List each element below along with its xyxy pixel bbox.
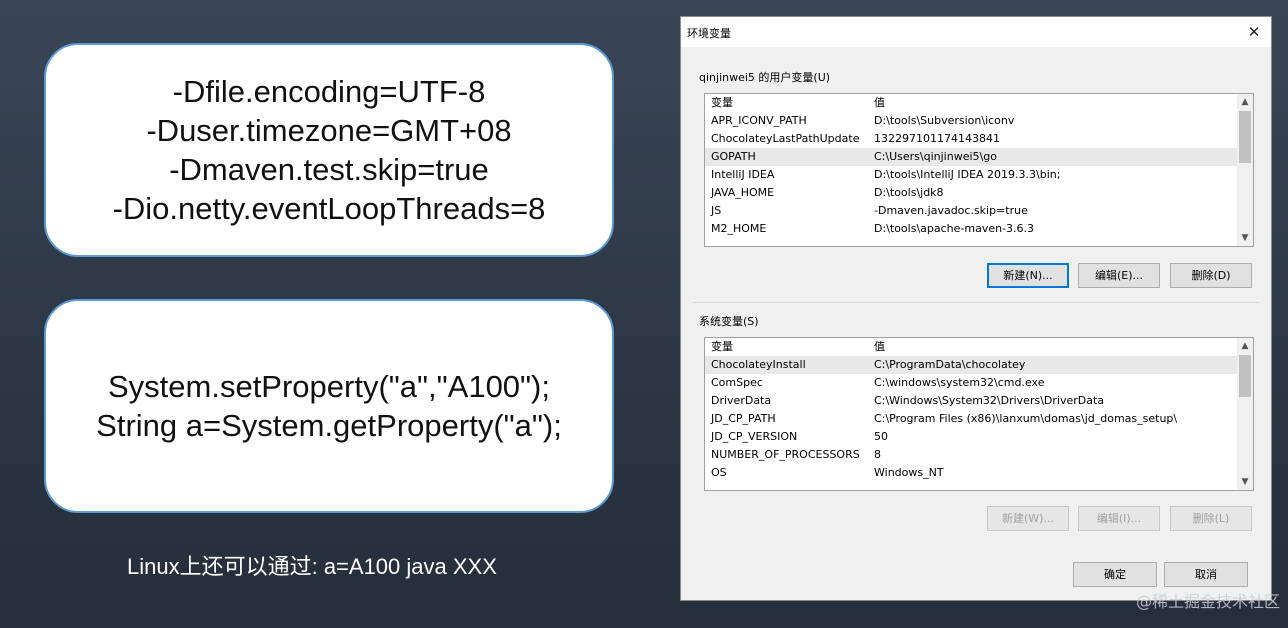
dialog-titlebar: 环境变量 ✕ [681,17,1271,47]
var-name: ChocolateyInstall [711,358,806,371]
var-name: NUMBER_OF_PROCESSORS [711,448,860,461]
watermark: @稀土掘金技术社区 [1135,592,1280,611]
table-row-selected[interactable]: GOPATH C:\Users\qinjinwei5\go [705,148,1253,166]
scrollbar[interactable]: ▲ ▼ [1237,94,1253,246]
var-name: JD_CP_PATH [711,412,776,425]
table-row[interactable]: NUMBER_OF_PROCESSORS 8 [705,446,1253,464]
user-vars-list[interactable]: 变量 值 APR_ICONV_PATH D:\tools\Subversion\i… [704,93,1254,247]
jvm-arg-line: -Dio.netty.eventLoopThreads=8 [112,191,546,226]
var-value: D:\tools\jdk8 [874,186,944,199]
user-new-button[interactable]: 新建(N)... [987,263,1069,288]
var-value: 50 [874,430,888,443]
var-value: C:\windows\system32\cmd.exe [874,376,1045,389]
var-name: GOPATH [711,150,756,163]
col-name-header[interactable]: 变量 [711,94,733,112]
var-name: IntelliJ IDEA [711,168,775,181]
var-name: DriverData [711,394,772,407]
var-value: C:\Users\qinjinwei5\go [874,150,997,163]
slide-caption: Linux上还可以通过: a=A100 java XXX [127,554,497,579]
var-name: OS [711,466,727,479]
system-vars-list[interactable]: 变量 值 ChocolateyInstall C:\ProgramData\cho… [704,337,1254,491]
jvm-arg-line: -Dmaven.test.skip=true [169,152,489,187]
system-vars-label: 系统变量(S) [699,315,759,328]
table-row[interactable]: DriverData C:\Windows\System32\Drivers\Dr… [705,392,1253,410]
var-value: -Dmaven.javadoc.skip=true [874,204,1028,217]
var-value: D:\tools\apache-maven-3.6.3 [874,222,1035,235]
var-name: ComSpec [711,376,763,389]
system-delete-button[interactable]: 删除(L) [1170,506,1252,531]
user-delete-button[interactable]: 删除(D) [1170,263,1252,288]
cancel-button[interactable]: 取消 [1164,562,1248,587]
col-value-header[interactable]: 值 [874,338,885,356]
scroll-down-icon[interactable]: ▼ [1237,230,1253,246]
code-card: System.setProperty("a","A100"); String a… [44,299,614,513]
var-name: JS [711,204,722,217]
close-icon[interactable]: ✕ [1243,21,1265,43]
table-row[interactable]: M2_HOME D:\tools\apache-maven-3.6.3 [705,220,1253,238]
var-value: D:\tools\IntelliJ IDEA 2019.3.3\bin; [874,168,1061,181]
system-new-button[interactable]: 新建(W)... [987,506,1069,531]
ok-button[interactable]: 确定 [1073,562,1157,587]
table-row[interactable]: ComSpec C:\windows\system32\cmd.exe [705,374,1253,392]
table-row[interactable]: JD_CP_VERSION 50 [705,428,1253,446]
jvm-arg-line: -Duser.timezone=GMT+08 [146,113,512,148]
scroll-thumb[interactable] [1239,355,1251,397]
var-value: C:\ProgramData\chocolatey [874,358,1026,371]
var-value: C:\Windows\System32\Drivers\DriverData [874,394,1105,407]
col-value-header[interactable]: 值 [874,94,885,112]
var-value: 8 [874,448,881,461]
table-row[interactable]: JAVA_HOME D:\tools\jdk8 [705,184,1253,202]
scroll-down-icon[interactable]: ▼ [1237,474,1253,490]
var-value: D:\tools\Subversion\iconv [874,114,1015,127]
table-row[interactable]: ChocolateyLastPathUpdate 1322971011741438… [705,130,1253,148]
var-value: Windows_NT [874,466,944,479]
table-row[interactable]: APR_ICONV_PATH D:\tools\Subversion\iconv [705,112,1253,130]
scroll-up-icon[interactable]: ▲ [1237,338,1253,354]
dialog-title: 环境变量 [687,27,731,40]
scrollbar[interactable]: ▲ ▼ [1237,338,1253,490]
jvm-arg-line: -Dfile.encoding=UTF-8 [172,74,486,109]
env-vars-dialog: 环境变量 ✕ qinjinwei5 的用户变量(U) 变量 值 APR_ICON… [680,16,1272,601]
table-row[interactable]: JS -Dmaven.javadoc.skip=true [705,202,1253,220]
scroll-thumb[interactable] [1239,111,1251,163]
jvm-args-card: -Dfile.encoding=UTF-8 -Duser.timezone=GM… [44,43,614,257]
code-line: String a=System.getProperty("a"); [96,408,562,443]
var-value: C:\Program Files (x86)\lanxum\domas\jd_d… [874,412,1178,425]
var-value: 132297101174143841 [874,132,1000,145]
user-edit-button[interactable]: 编辑(E)... [1078,263,1160,288]
var-name: M2_HOME [711,222,767,235]
table-row[interactable]: IntelliJ IDEA D:\tools\IntelliJ IDEA 2019… [705,166,1253,184]
var-name: APR_ICONV_PATH [711,114,807,127]
system-edit-button[interactable]: 编辑(I)... [1078,506,1160,531]
table-row[interactable]: JD_CP_PATH C:\Program Files (x86)\lanxum\… [705,410,1253,428]
code-line: System.setProperty("a","A100"); [107,369,550,404]
list-header: 变量 值 [705,94,1253,112]
col-name-header[interactable]: 变量 [711,338,733,356]
var-name: JD_CP_VERSION [711,430,798,443]
list-header: 变量 值 [705,338,1253,356]
table-row[interactable]: OS Windows_NT [705,464,1253,482]
var-name: ChocolateyLastPathUpdate [711,132,860,145]
table-row-selected[interactable]: ChocolateyInstall C:\ProgramData\chocolat… [705,356,1253,374]
divider [693,302,1259,303]
user-vars-label: qinjinwei5 的用户变量(U) [699,71,831,84]
scroll-up-icon[interactable]: ▲ [1237,94,1253,110]
var-name: JAVA_HOME [711,186,775,199]
